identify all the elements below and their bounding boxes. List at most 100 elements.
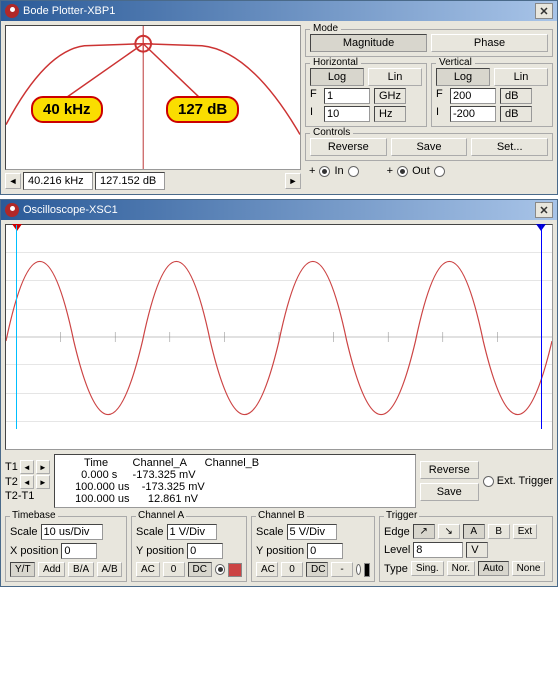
ext-trigger-port[interactable] (483, 476, 494, 487)
out-plus-port[interactable] (397, 166, 408, 177)
v-f-input[interactable] (450, 88, 496, 104)
bode-app-icon (5, 4, 19, 18)
bode-set-button[interactable]: Set... (471, 138, 548, 156)
scope-title: Oscilloscope-XSC1 (23, 204, 118, 216)
out-label: Out (412, 165, 430, 177)
level-unit[interactable]: V (466, 542, 488, 558)
trig-ext-button[interactable]: Ext (513, 524, 537, 539)
add-button[interactable]: Add (38, 562, 65, 577)
t2-cursor-line[interactable] (541, 225, 542, 429)
cha-dc-button[interactable]: DC (188, 562, 212, 577)
ab-button[interactable]: A/B (97, 562, 122, 577)
cha-color-swatch[interactable] (228, 563, 242, 577)
type-label: Type (384, 563, 408, 575)
h-i-unit[interactable]: Hz (374, 106, 406, 122)
trig-a-button[interactable]: A (463, 524, 485, 539)
t1-label: T1 (5, 461, 18, 473)
yt-button[interactable]: Y/T (10, 562, 35, 577)
channel-b-panel: Channel B Scale Y position AC 0 DC - (251, 516, 375, 582)
edge-fall-button[interactable]: ↘ (438, 524, 460, 539)
mode-legend: Mode (310, 23, 341, 34)
in-minus-port[interactable] (348, 166, 359, 177)
tb-xpos-input[interactable] (61, 543, 97, 559)
chb-ac-button[interactable]: AC (256, 562, 278, 577)
cha-scale-input[interactable] (167, 524, 217, 540)
tb-xpos-label: X position (10, 545, 58, 557)
chb-zero-button[interactable]: 0 (281, 562, 303, 577)
t1-cursor-line[interactable] (16, 225, 17, 429)
mode-fieldset: Mode Magnitude Phase (305, 29, 553, 57)
v-log-button[interactable]: Log (436, 68, 490, 86)
chb-port[interactable] (356, 564, 361, 575)
chb-dc-button[interactable]: DC (306, 562, 328, 577)
bode-save-button[interactable]: Save (391, 138, 468, 156)
t2-label: T2 (5, 476, 18, 488)
h-lin-button[interactable]: Lin (368, 68, 422, 86)
vertical-fieldset: Vertical Log Lin F dB I dB (431, 63, 553, 127)
close-icon[interactable]: ✕ (535, 202, 553, 218)
h-log-button[interactable]: Log (310, 68, 364, 86)
cha-zero-button[interactable]: 0 (163, 562, 185, 577)
chb-ypos-label: Y position (256, 545, 304, 557)
none-button[interactable]: None (512, 561, 546, 576)
magnitude-button[interactable]: Magnitude (310, 34, 427, 52)
bode-freq-label: 40 kHz (31, 96, 103, 123)
v-f-unit[interactable]: dB (500, 88, 532, 104)
h-i-input[interactable] (324, 106, 370, 122)
v-i-input[interactable] (450, 106, 496, 122)
bode-io-row: + In + Out (305, 163, 553, 179)
out-minus-port[interactable] (434, 166, 445, 177)
v-i-unit[interactable]: dB (500, 106, 532, 122)
trig-b-button[interactable]: B (488, 524, 510, 539)
controls-fieldset: Controls Reverse Save Set... (305, 133, 553, 161)
cha-ac-button[interactable]: AC (136, 562, 160, 577)
scope-titlebar[interactable]: Oscilloscope-XSC1 ✕ (1, 200, 557, 220)
cha-ypos-label: Y position (136, 545, 184, 557)
t1-marker-icon[interactable] (12, 224, 22, 231)
chb-minus-button[interactable]: - (331, 562, 353, 577)
scope-plot-area[interactable] (5, 224, 553, 450)
cha-port[interactable] (215, 564, 226, 575)
scope-save-button[interactable]: Save (420, 483, 479, 501)
chb-scale-label: Scale (256, 526, 284, 538)
chb-ypos-input[interactable] (307, 543, 343, 559)
v-f-label: F (436, 88, 446, 104)
cha-ypos-input[interactable] (187, 543, 223, 559)
level-label: Level (384, 544, 410, 556)
edge-rise-button[interactable]: ↗ (413, 524, 435, 539)
scroll-left-button[interactable]: ◄ (5, 173, 21, 189)
bode-reverse-button[interactable]: Reverse (310, 138, 387, 156)
nor-button[interactable]: Nor. (447, 561, 475, 576)
ext-trigger-label: Ext. Trigger (497, 475, 553, 487)
t1-right-button[interactable]: ► (36, 460, 50, 474)
level-input[interactable] (413, 542, 463, 558)
close-icon[interactable]: ✕ (535, 3, 553, 19)
in-label: In (334, 165, 343, 177)
tb-scale-input[interactable] (41, 524, 103, 540)
t2-left-button[interactable]: ◄ (20, 475, 34, 489)
t2-right-button[interactable]: ► (36, 475, 50, 489)
phase-button[interactable]: Phase (431, 34, 548, 52)
chb-scale-input[interactable] (287, 524, 337, 540)
v-lin-button[interactable]: Lin (494, 68, 548, 86)
bode-status-db: 127.152 dB (95, 172, 165, 190)
h-f-input[interactable] (324, 88, 370, 104)
trigger-legend: Trigger (384, 510, 419, 521)
timebase-panel: Timebase Scale X position Y/T Add B/A A/… (5, 516, 127, 582)
controls-legend: Controls (310, 127, 353, 138)
sing-button[interactable]: Sing. (411, 561, 444, 576)
in-plus-port[interactable] (319, 166, 330, 177)
auto-button[interactable]: Auto (478, 561, 509, 576)
scope-reverse-button[interactable]: Reverse (420, 461, 479, 479)
h-f-unit[interactable]: GHz (374, 88, 406, 104)
scroll-right-button[interactable]: ► (285, 173, 301, 189)
t1-left-button[interactable]: ◄ (20, 460, 34, 474)
ba-button[interactable]: B/A (68, 562, 93, 577)
measurement-readout: Time Channel_A Channel_B 0.000 s -173.32… (54, 454, 416, 508)
trigger-panel: Trigger Edge ↗ ↘ A B Ext Level V Type Si… (379, 516, 553, 582)
bode-plotter-window: Bode Plotter-XBP1 ✕ 40 kHz 127 dB ◄ (0, 0, 558, 195)
h-f-label: F (310, 88, 320, 104)
bode-titlebar[interactable]: Bode Plotter-XBP1 ✕ (1, 1, 557, 21)
bode-plot-area[interactable]: 40 kHz 127 dB (5, 25, 301, 170)
chb-color-swatch[interactable] (364, 563, 370, 577)
